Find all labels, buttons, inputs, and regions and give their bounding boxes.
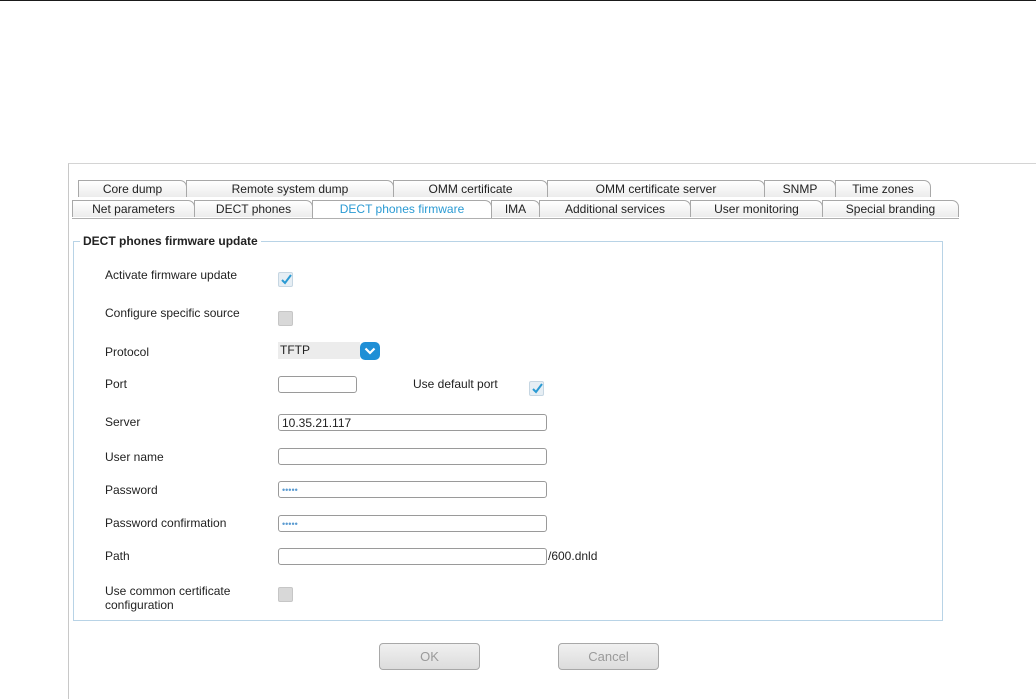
use-default-port-label: Use default port: [413, 377, 498, 391]
server-label: Server: [105, 415, 141, 429]
section-title: DECT phones firmware update: [80, 234, 261, 248]
configure-specific-source-label: Configure specific source: [105, 306, 240, 320]
password-label: Password: [105, 483, 158, 497]
tab-omm-certificate-server[interactable]: OMM certificate server: [547, 180, 765, 197]
password-confirmation-input[interactable]: [278, 515, 547, 532]
tab-user-monitoring[interactable]: User monitoring: [690, 200, 823, 217]
common-certificate-label-line1: Use common certificate: [105, 584, 231, 598]
port-input[interactable]: [278, 376, 357, 393]
protocol-label: Protocol: [105, 345, 150, 359]
tab-dect-phones-firmware[interactable]: DECT phones firmware: [312, 200, 492, 218]
activate-firmware-update-checkbox[interactable]: [278, 272, 293, 287]
tab-ima[interactable]: IMA: [491, 200, 540, 217]
protocol-dropdown-button[interactable]: [360, 342, 380, 360]
path-suffix: /600.dnld: [548, 549, 598, 563]
server-input[interactable]: [278, 414, 547, 431]
tab-net-parameters[interactable]: Net parameters: [72, 200, 195, 217]
use-default-port-checkbox[interactable]: [529, 381, 544, 396]
common-certificate-label-line2: configuration: [105, 598, 174, 612]
user-name-input[interactable]: [278, 448, 547, 465]
cancel-button[interactable]: Cancel: [558, 643, 659, 670]
check-icon: [281, 274, 292, 285]
tab-baseline: [72, 218, 959, 219]
protocol-value: TFTP: [278, 342, 360, 359]
password-confirmation-label: Password confirmation: [105, 516, 227, 530]
tab-remote-system-dump[interactable]: Remote system dump: [186, 180, 394, 197]
check-icon: [532, 383, 543, 394]
path-label: Path: [105, 549, 130, 563]
path-input[interactable]: [278, 548, 547, 565]
chevron-down-icon: [364, 347, 376, 355]
tab-special-branding[interactable]: Special branding: [822, 200, 959, 217]
common-certificate-checkbox[interactable]: [278, 587, 293, 602]
activate-firmware-update-label: Activate firmware update: [105, 268, 238, 282]
password-input[interactable]: [278, 481, 547, 498]
tab-time-zones[interactable]: Time zones: [835, 180, 931, 197]
tab-additional-services[interactable]: Additional services: [539, 200, 691, 217]
tab-omm-certificate[interactable]: OMM certificate: [393, 180, 548, 197]
tab-dect-phones[interactable]: DECT phones: [194, 200, 313, 217]
ok-button[interactable]: OK: [379, 643, 480, 670]
user-name-label: User name: [105, 450, 164, 464]
protocol-select[interactable]: TFTP: [278, 342, 381, 360]
configure-specific-source-checkbox[interactable]: [278, 311, 293, 326]
window-top-border: [0, 0, 1036, 1]
port-label: Port: [105, 377, 128, 391]
tab-snmp[interactable]: SNMP: [764, 180, 836, 197]
tab-core-dump[interactable]: Core dump: [78, 180, 187, 197]
